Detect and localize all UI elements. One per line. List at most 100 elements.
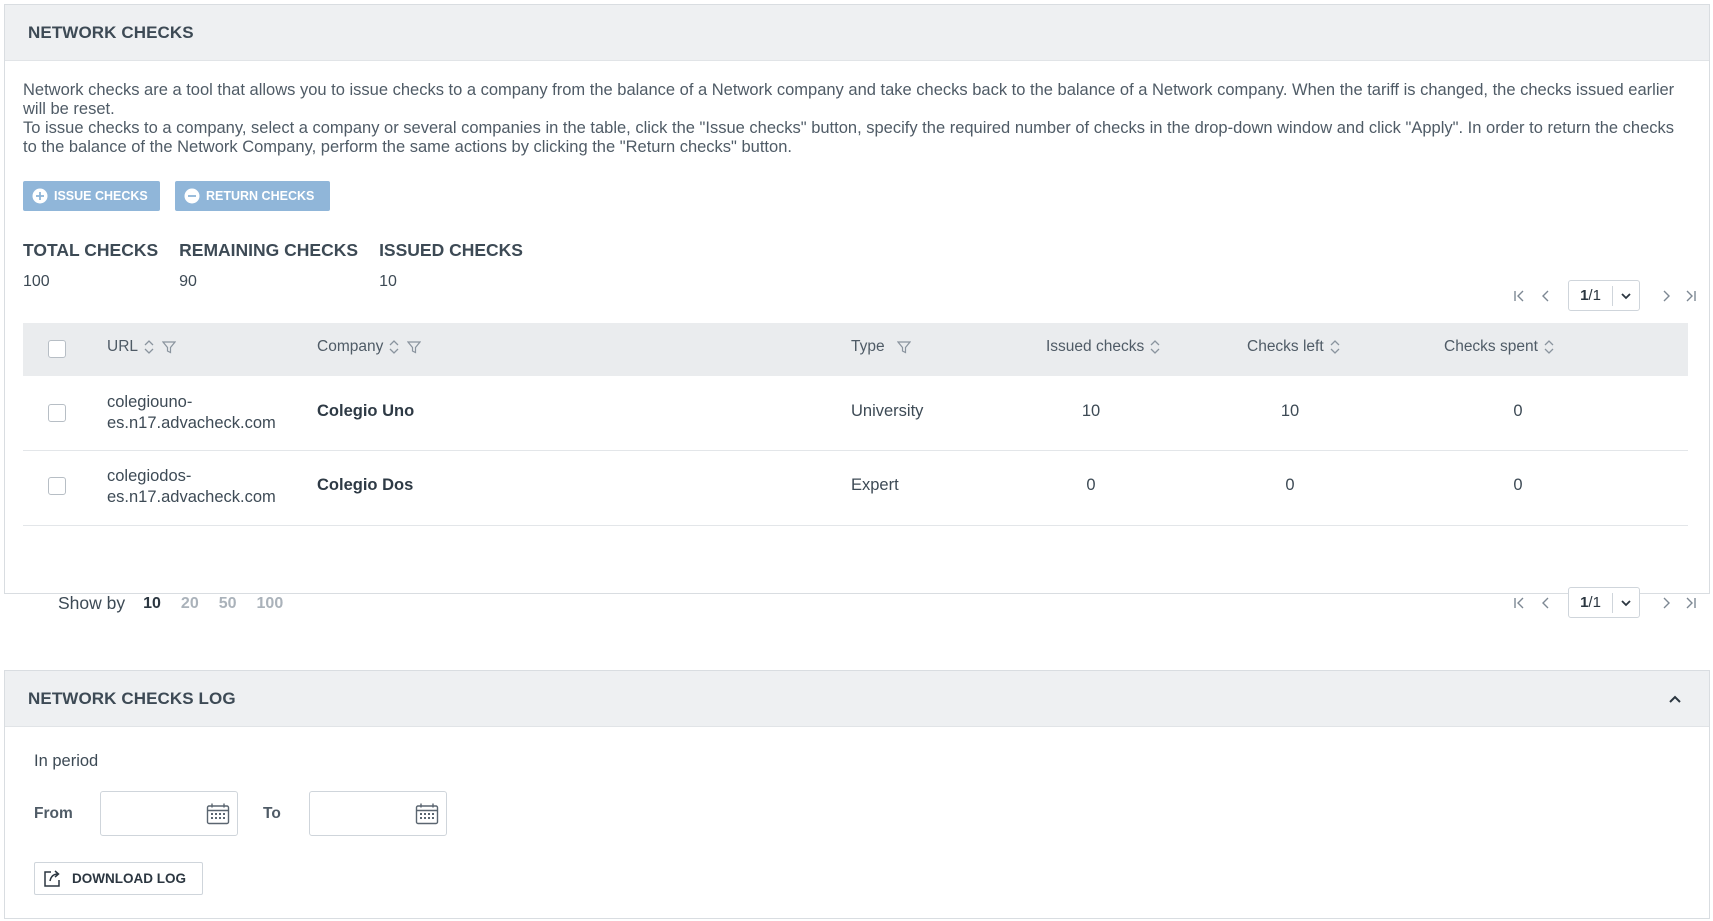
table-row[interactable]: colegiouno- es.n17.advacheck.com Colegio… (23, 376, 1688, 451)
row-checkbox[interactable] (48, 404, 66, 422)
period-label: In period (34, 752, 99, 770)
chevron-up-icon[interactable] (1663, 687, 1687, 711)
download-log-label: DOWNLOAD LOG (72, 871, 186, 886)
chevron-down-icon (1613, 292, 1639, 300)
network-checks-description: Network checks are a tool that allows yo… (23, 81, 1683, 157)
bottom-pagination: 1/1 (1510, 587, 1700, 618)
issued-header-label: Issued checks (1046, 338, 1145, 355)
remaining-checks-value: 90 (179, 273, 197, 290)
sort-icon[interactable] (389, 338, 399, 356)
description-paragraph-2: To issue checks to a company, select a c… (23, 119, 1675, 156)
network-checks-title: NETWORK CHECKS (28, 22, 194, 42)
url-line-1: colegiodos- (107, 467, 192, 485)
table-row[interactable]: colegiodos- es.n17.advacheck.com Colegio… (23, 451, 1688, 526)
plus-circle-icon (32, 188, 48, 204)
company-column-header[interactable]: Company (317, 338, 422, 356)
show-by-option-20[interactable]: 20 (181, 595, 199, 613)
last-page-icon[interactable] (1680, 286, 1700, 306)
page-select[interactable]: 1/1 (1568, 280, 1640, 311)
row-company: Colegio Uno (317, 402, 415, 420)
top-pagination: 1/1 (1510, 280, 1700, 311)
row-url: colegiouno- es.n17.advacheck.com (107, 392, 276, 434)
row-spent: 0 (1513, 402, 1523, 420)
show-by-option-10[interactable]: 10 (143, 595, 161, 613)
description-paragraph-1: Network checks are a tool that allows yo… (23, 81, 1675, 118)
next-page-icon[interactable] (1656, 286, 1676, 306)
checks-action-buttons: ISSUE CHECKS RETURN CHECKS (23, 181, 330, 211)
checks-left-column-header[interactable]: Checks left (1247, 338, 1340, 356)
calendar-icon[interactable] (415, 803, 439, 830)
minus-circle-icon (184, 188, 200, 204)
issued-checks-column-header[interactable]: Issued checks (1046, 338, 1160, 356)
checks-spent-column-header[interactable]: Checks spent (1444, 338, 1554, 356)
page-value: 1/1 (1569, 285, 1613, 306)
return-checks-label: RETURN CHECKS (206, 189, 315, 203)
filter-icon[interactable] (407, 340, 422, 354)
first-page-icon[interactable] (1510, 286, 1530, 306)
remaining-checks-stat: REMAINING CHECKS 90 (179, 240, 358, 291)
total-checks-label: TOTAL CHECKS (23, 240, 159, 260)
row-url: colegiodos- es.n17.advacheck.com (107, 466, 276, 508)
select-all-checkbox[interactable] (48, 340, 66, 358)
company-header-label: Company (317, 338, 384, 355)
row-type: Expert (851, 476, 899, 494)
total-checks-value: 100 (23, 273, 50, 290)
last-page-icon[interactable] (1680, 593, 1700, 613)
issued-checks-label: ISSUED CHECKS (379, 240, 523, 260)
checks-stats: TOTAL CHECKS 100 REMAINING CHECKS 90 ISS… (23, 240, 544, 291)
page-value: 1/1 (1569, 592, 1613, 613)
url-line-1: colegiouno- (107, 393, 193, 411)
network-checks-header: NETWORK CHECKS (5, 5, 1709, 61)
url-header-label: URL (107, 338, 139, 355)
date-range: From To (34, 791, 447, 836)
sort-icon[interactable] (144, 338, 154, 356)
row-issued: 10 (1081, 402, 1101, 420)
show-by-label: Show by (58, 593, 126, 613)
next-page-icon[interactable] (1656, 593, 1676, 613)
prev-page-icon[interactable] (1536, 286, 1556, 306)
remaining-checks-label: REMAINING CHECKS (179, 240, 359, 260)
log-header[interactable]: NETWORK CHECKS LOG (5, 671, 1709, 727)
show-by-selector: Show by 10 20 50 100 (58, 593, 303, 614)
row-issued: 0 (1086, 476, 1096, 494)
type-header-label: Type (851, 338, 885, 355)
sort-icon[interactable] (1150, 338, 1160, 356)
to-date-input[interactable] (309, 791, 447, 836)
issued-checks-stat: ISSUED CHECKS 10 (379, 240, 523, 291)
return-checks-button[interactable]: RETURN CHECKS (175, 181, 330, 211)
chevron-down-icon (1613, 599, 1639, 607)
show-by-option-50[interactable]: 50 (219, 595, 237, 613)
calendar-icon[interactable] (206, 803, 230, 830)
row-company: Colegio Dos (317, 476, 414, 494)
from-date-input[interactable] (100, 791, 238, 836)
issue-checks-label: ISSUE CHECKS (54, 189, 148, 203)
row-left: 10 (1280, 402, 1300, 420)
sort-icon[interactable] (1330, 338, 1340, 356)
issue-checks-button[interactable]: ISSUE CHECKS (23, 181, 160, 211)
first-page-icon[interactable] (1510, 593, 1530, 613)
row-left: 0 (1285, 476, 1295, 494)
row-checkbox[interactable] (48, 477, 66, 495)
from-label: From (34, 804, 73, 822)
prev-page-icon[interactable] (1536, 593, 1556, 613)
spent-header-label: Checks spent (1444, 338, 1538, 355)
url-column-header[interactable]: URL (107, 338, 177, 356)
filter-icon[interactable] (162, 340, 177, 354)
page-select[interactable]: 1/1 (1568, 587, 1640, 618)
download-log-button[interactable]: DOWNLOAD LOG (34, 862, 203, 895)
issued-checks-value: 10 (379, 273, 397, 290)
sort-icon[interactable] (1544, 338, 1554, 356)
show-by-option-100[interactable]: 100 (257, 595, 284, 613)
total-checks-stat: TOTAL CHECKS 100 (23, 240, 158, 291)
export-icon (42, 869, 62, 889)
left-header-label: Checks left (1247, 338, 1324, 355)
url-line-2: es.n17.advacheck.com (107, 488, 276, 506)
type-column-header[interactable]: Type (851, 338, 911, 356)
row-spent: 0 (1513, 476, 1523, 494)
network-checks-table: URL Company Type Issued checks Checks le… (23, 323, 1688, 526)
to-label: To (263, 804, 281, 822)
url-line-2: es.n17.advacheck.com (107, 414, 276, 432)
row-type: University (851, 402, 924, 420)
table-header: URL Company Type Issued checks Checks le… (23, 323, 1688, 376)
filter-icon[interactable] (896, 340, 911, 354)
